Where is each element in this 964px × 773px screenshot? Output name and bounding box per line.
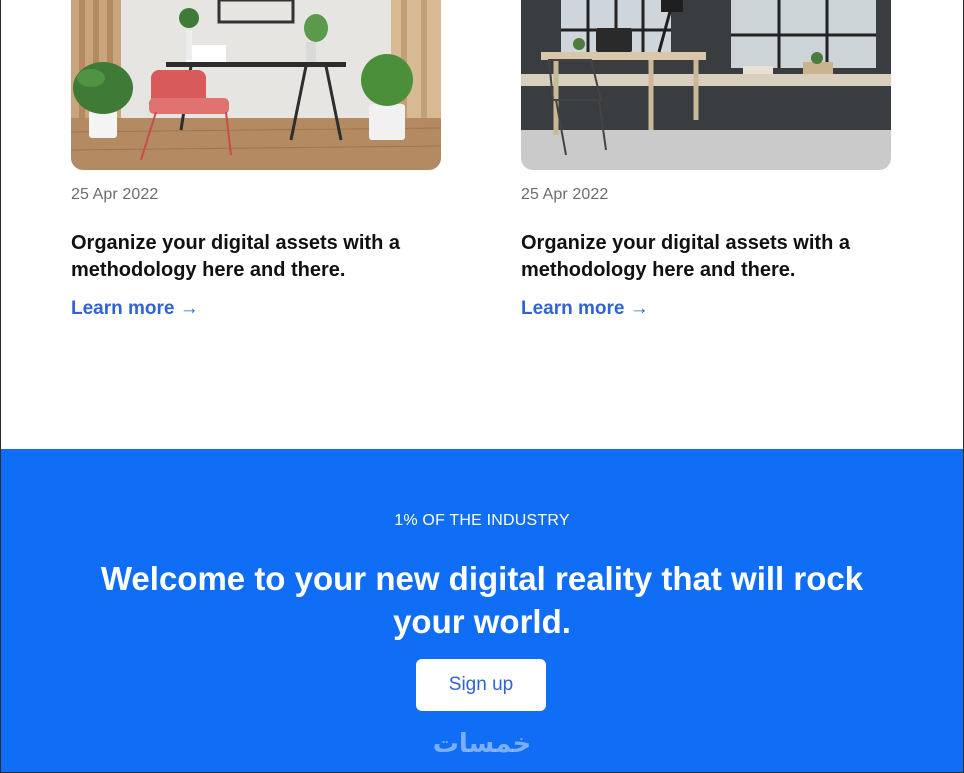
signup-button[interactable]: Sign up bbox=[416, 659, 546, 711]
cta-headline: Welcome to your new digital reality that… bbox=[100, 560, 864, 640]
page: 25 Apr 2022 Organize your digital assets… bbox=[0, 0, 964, 773]
cta-eyebrow: 1% OF THE INDUSTRY bbox=[394, 512, 570, 529]
post-title: Organize your digital assets with a meth… bbox=[71, 232, 400, 281]
blog-card: 25 Apr 2022 Organize your digital assets… bbox=[521, 0, 891, 319]
blog-card: 25 Apr 2022 Organize your digital assets… bbox=[71, 0, 441, 319]
watermark-logo: خمسات bbox=[432, 729, 532, 759]
learn-more-link[interactable]: Learn more → bbox=[521, 298, 649, 320]
post-image[interactable] bbox=[521, 0, 891, 170]
post-title: Organize your digital assets with a meth… bbox=[521, 232, 850, 281]
post-date: 25 Apr 2022 bbox=[71, 186, 159, 203]
cta-section: 1% OF THE INDUSTRY Welcome to your new d… bbox=[1, 449, 963, 772]
learn-more-link[interactable]: Learn more → bbox=[71, 298, 199, 320]
post-image[interactable] bbox=[71, 0, 441, 170]
post-date: 25 Apr 2022 bbox=[521, 186, 609, 203]
